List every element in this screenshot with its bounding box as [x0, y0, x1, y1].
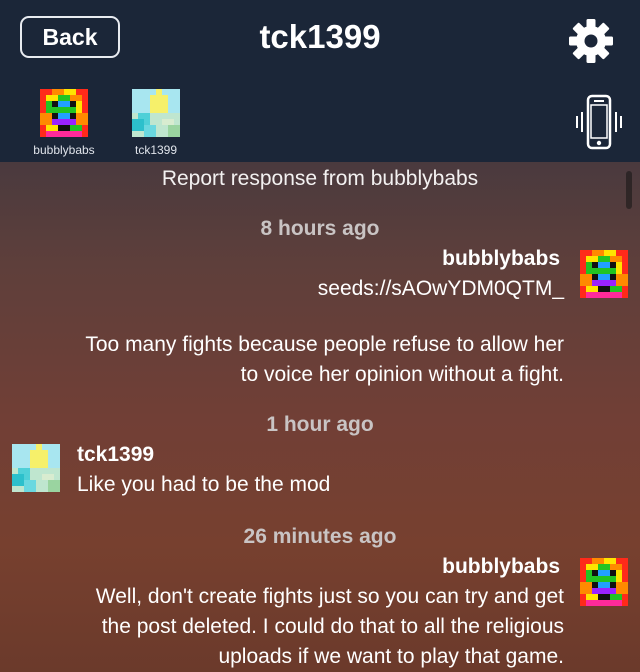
message-sender: bubblybabs [442, 247, 560, 270]
participants-bar: bubblybabs tck1399 [0, 80, 640, 163]
message-text: Well, don't create fights just so you ca… [95, 585, 564, 608]
page-title: tck1399 [259, 18, 381, 55]
avatar[interactable] [12, 444, 60, 492]
avatar[interactable] [580, 250, 628, 298]
message-text: the post deleted. I could do that to all… [101, 615, 564, 638]
message-text: Like you had to be the mod [77, 473, 331, 496]
message-text: Too many fights because people refuse to… [85, 333, 564, 356]
message-timestamp: 8 hours ago [260, 217, 380, 240]
gear-icon[interactable] [568, 18, 614, 64]
message-sender: tck1399 [77, 443, 155, 466]
participant-bubblybabs[interactable]: bubblybabs [19, 89, 109, 157]
message-text: to voice her opinion without a fight. [240, 363, 564, 386]
participant-name: tck1399 [134, 143, 178, 157]
avatar [40, 89, 88, 137]
participant-name: bubblybabs [33, 143, 95, 157]
message-sender: bubblybabs [442, 555, 560, 578]
phone-vibrate-icon[interactable] [574, 94, 624, 150]
message-list[interactable]: Report response from bubblybabs 8 hours … [0, 162, 640, 672]
nav-bar: Back tck1399 [0, 0, 640, 80]
participant-tck1399[interactable]: tck1399 [111, 89, 201, 157]
avatar [132, 89, 180, 137]
message-text: uploads if we want to play that game. [218, 645, 564, 668]
message-timestamp: 1 hour ago [266, 413, 374, 436]
message-link[interactable]: seeds://sAOwYDM0QTM_ [318, 274, 564, 304]
avatar[interactable] [580, 558, 628, 606]
report-notice: Report response from bubblybabs [161, 167, 479, 190]
message-timestamp: 26 minutes ago [243, 525, 397, 548]
